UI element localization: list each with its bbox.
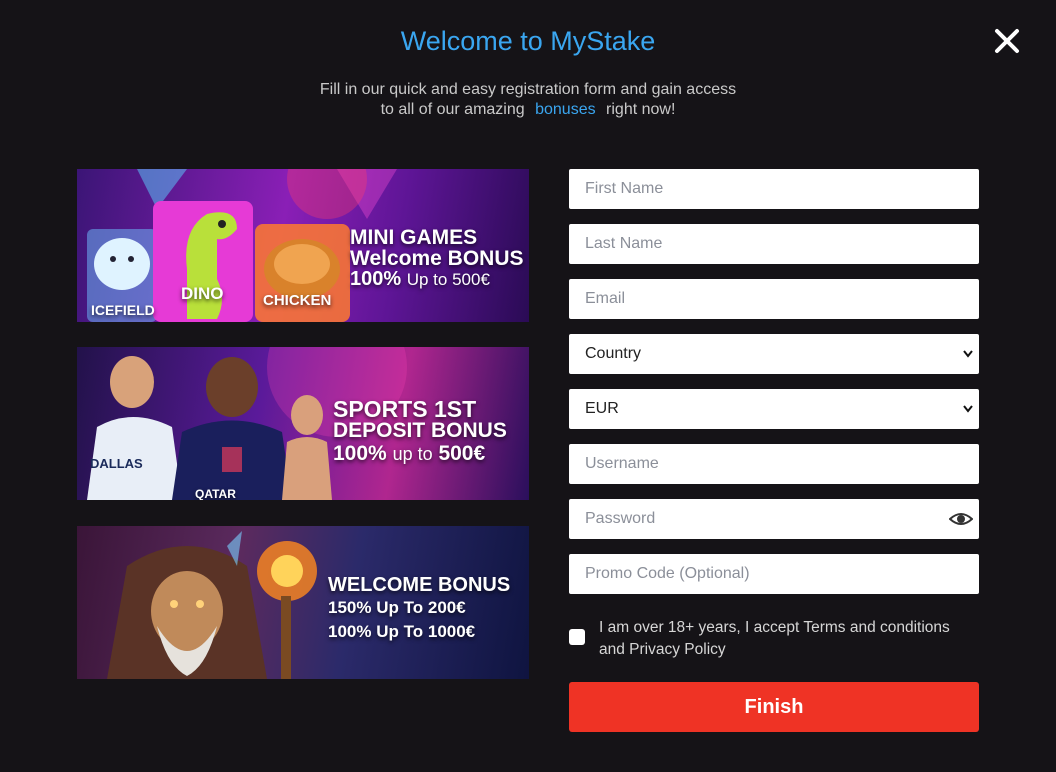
close-icon bbox=[995, 29, 1019, 53]
banner-sports[interactable]: DALLAS QATAR SPORTS 1ST DEPOSIT BONUS 10… bbox=[77, 347, 529, 500]
promo-code-placeholder: Promo Code (Optional) bbox=[585, 565, 750, 582]
sports-mid: up to bbox=[392, 444, 433, 464]
mini-games-line-2: Welcome BONUS bbox=[350, 247, 524, 270]
sports-pct: 100% bbox=[333, 442, 387, 465]
currency-selected-value: EUR bbox=[585, 400, 619, 417]
finish-button[interactable]: Finish bbox=[569, 682, 979, 732]
welcome-mid-1: Up To bbox=[376, 598, 424, 617]
country-selected-value: Country bbox=[585, 345, 642, 362]
sports-line-2: DEPOSIT BONUS bbox=[333, 419, 507, 442]
sponsor-text: QATAR bbox=[195, 487, 236, 500]
terms-checkbox[interactable] bbox=[569, 629, 585, 645]
welcome-pct-1: 150% bbox=[328, 598, 372, 617]
eye-icon[interactable] bbox=[949, 508, 973, 530]
currency-select[interactable]: EUR bbox=[569, 389, 979, 429]
username-placeholder: Username bbox=[585, 455, 659, 472]
country-select[interactable]: Country bbox=[569, 334, 979, 374]
welcome-amount-1: 200€ bbox=[427, 598, 466, 617]
email-field[interactable]: Email bbox=[569, 279, 979, 319]
last-name-field[interactable]: Last Name bbox=[569, 224, 979, 264]
password-field[interactable]: Password bbox=[569, 499, 979, 539]
mini-games-pct: 100% bbox=[350, 268, 402, 290]
sports-line-1: SPORTS 1ST bbox=[333, 396, 477, 422]
bonuses-link[interactable]: bonuses bbox=[535, 101, 596, 118]
welcome-mid-2: Up To bbox=[376, 622, 424, 641]
sports-amount: 500€ bbox=[438, 442, 486, 465]
mini-games-line-3: 100% Up to 500€ bbox=[350, 269, 490, 290]
chevron-down-icon bbox=[963, 350, 973, 358]
close-button[interactable] bbox=[992, 26, 1022, 56]
jersey-text: DALLAS bbox=[90, 456, 143, 471]
email-placeholder: Email bbox=[585, 290, 626, 307]
tile-label-icefield: ICEFIELD bbox=[91, 302, 155, 318]
welcome-line-2: 150% Up To 200€ bbox=[328, 599, 466, 617]
mini-games-rest: Up to 500€ bbox=[406, 270, 490, 289]
welcome-pct-2: 100% bbox=[328, 622, 372, 641]
banner-welcome[interactable]: WELCOME BONUS 150% Up To 200€ 100% Up To… bbox=[77, 526, 529, 679]
last-name-placeholder: Last Name bbox=[585, 235, 663, 252]
welcome-amount-2: 1000€ bbox=[427, 622, 476, 641]
promo-code-field[interactable]: Promo Code (Optional) bbox=[569, 554, 979, 594]
tile-label-dino: DINO bbox=[181, 284, 224, 303]
tile-label-chicken: CHICKEN bbox=[263, 292, 332, 309]
welcome-line-1: WELCOME BONUS bbox=[328, 574, 511, 596]
mini-games-line-1: MINI GAMES bbox=[350, 226, 478, 249]
modal-title: Welcome to MyStake bbox=[400, 26, 656, 56]
username-field[interactable]: Username bbox=[569, 444, 979, 484]
modal-subtitle: Fill in our quick and easy registration … bbox=[0, 80, 1056, 120]
password-placeholder: Password bbox=[585, 510, 656, 527]
sports-line-3: 100% up to 500€ bbox=[333, 442, 486, 465]
subtitle-before-link: to all of our amazing bbox=[380, 101, 525, 118]
subtitle-line-1: Fill in our quick and easy registration … bbox=[319, 81, 737, 98]
welcome-line-3: 100% Up To 1000€ bbox=[328, 623, 475, 641]
subtitle-line-2: to all of our amazing bonuses right now! bbox=[0, 100, 1056, 120]
first-name-placeholder: First Name bbox=[585, 180, 664, 197]
chevron-down-icon bbox=[963, 405, 973, 413]
registration-modal: Welcome to MyStake Fill in our quick and… bbox=[0, 0, 1056, 772]
subtitle-after-link: right now! bbox=[606, 101, 676, 118]
terms-consent-label: I am over 18+ years, I accept Terms and … bbox=[599, 619, 950, 658]
first-name-field[interactable]: First Name bbox=[569, 169, 979, 209]
banner-mini-games[interactable]: ICEFIELD DINO CHICKEN MINI GAMES Welcome… bbox=[77, 169, 529, 322]
